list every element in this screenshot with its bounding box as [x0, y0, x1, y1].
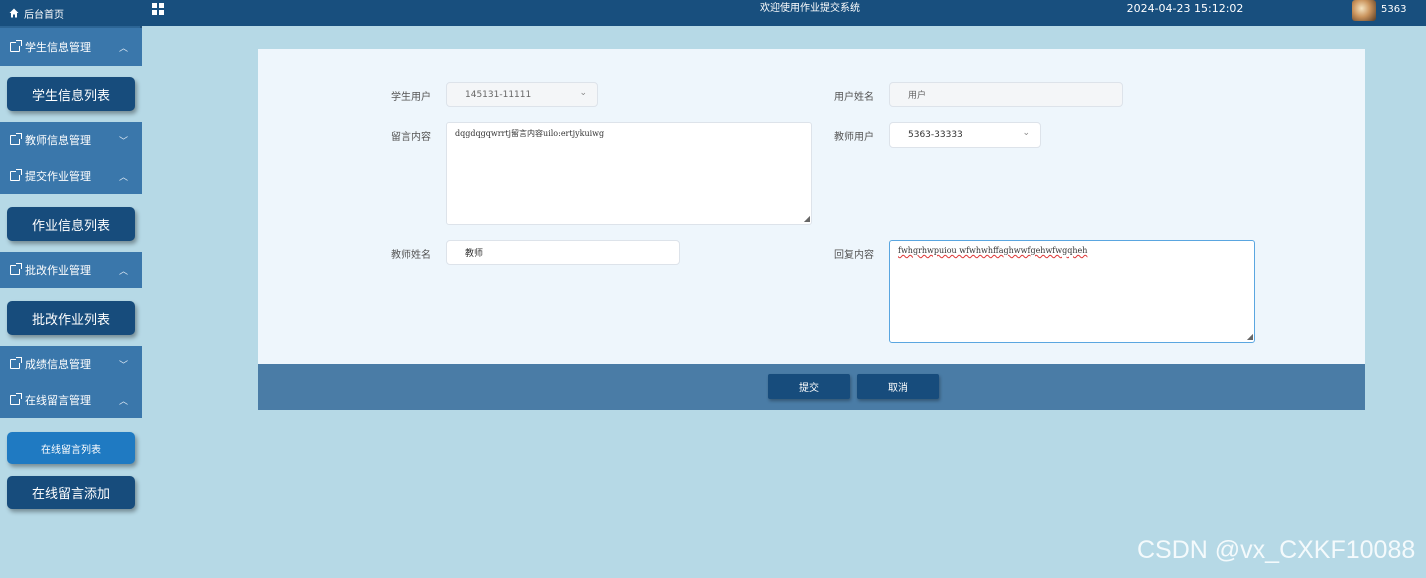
- menu-group-label: 提交作业管理: [25, 170, 91, 183]
- external-link-icon: [10, 393, 22, 405]
- message-label: 留言内容: [391, 132, 431, 143]
- current-datetime: 2024-04-23 15:12:02: [1126, 2, 1244, 15]
- sidebar-item-student-list[interactable]: 学生信息列表: [7, 77, 135, 111]
- message-value: dqgdqgqwrrtj留言内容uilo:ertjykuiwg: [455, 129, 605, 138]
- menu-group-label: 批改作业管理: [25, 264, 91, 277]
- sidebar-item-grading-list[interactable]: 批改作业列表: [7, 301, 135, 335]
- home-icon: [9, 8, 19, 18]
- chevron-down-icon: ⌄: [1022, 128, 1030, 138]
- menu-group-student-info[interactable]: 学生信息管理 ︿: [0, 28, 142, 66]
- menu-group-score-info[interactable]: 成绩信息管理 ﹀: [0, 346, 142, 382]
- chevron-up-icon: ︿: [118, 44, 128, 54]
- chevron-down-icon: ⌄: [579, 88, 587, 98]
- cancel-button[interactable]: 取消: [857, 374, 939, 399]
- resize-handle-icon[interactable]: ◢: [1247, 332, 1253, 341]
- system-title: 欢迎使用作业提交系统: [760, 3, 860, 14]
- teacher-user-select[interactable]: 5363-33333 ⌄: [889, 122, 1041, 148]
- resize-handle-icon[interactable]: ◢: [804, 214, 810, 223]
- sidebar-item-homework-list[interactable]: 作业信息列表: [7, 207, 135, 241]
- chevron-up-icon: ︿: [118, 173, 128, 183]
- home-label: 后台首页: [24, 9, 64, 21]
- sidebar-item-message-list[interactable]: 在线留言列表: [7, 432, 135, 464]
- current-username[interactable]: 5363: [1381, 0, 1406, 20]
- menu-group-label: 教师信息管理: [25, 134, 91, 147]
- student-user-select[interactable]: 145131-11111 ⌄: [446, 82, 598, 107]
- home-link[interactable]: 后台首页: [0, 0, 142, 26]
- form-card: 学生用户 145131-11111 ⌄ 用户姓名 用户 留言内容 dqgdqgq…: [258, 49, 1365, 364]
- teacher-name-field[interactable]: 教师: [446, 240, 680, 265]
- chevron-down-icon: ﹀: [118, 361, 128, 371]
- action-bar: 提交 取消: [258, 364, 1365, 410]
- reply-label: 回复内容: [834, 250, 874, 261]
- user-name-value: 用户: [908, 91, 927, 101]
- menu-group-label: 成绩信息管理: [25, 358, 91, 371]
- user-name-field[interactable]: 用户: [889, 82, 1123, 107]
- external-link-icon: [10, 169, 22, 181]
- student-user-label: 学生用户: [391, 92, 431, 103]
- top-bar: 后台首页 欢迎使用作业提交系统 2024-04-23 15:12:02 5363: [0, 0, 1426, 26]
- submit-button[interactable]: 提交: [768, 374, 850, 399]
- reply-textarea[interactable]: fwhgrhwpuiou wfwhwhffaghwwfgehwfwgqheh ◢: [889, 240, 1255, 343]
- menu-group-label: 在线留言管理: [25, 394, 91, 407]
- submenu-online-message: 在线留言列表 在线留言添加: [0, 418, 142, 578]
- sidebar: 学生信息管理 ︿ 学生信息列表 教师信息管理 ﹀ 提交作业管理 ︿ 作业信息列表…: [0, 26, 142, 578]
- chevron-down-icon: ﹀: [118, 137, 128, 147]
- chevron-up-icon: ︿: [118, 397, 128, 407]
- submenu-homework-submit: 作业信息列表: [0, 194, 142, 252]
- teacher-user-value: 5363-33333: [908, 130, 963, 140]
- teacher-name-value: 教师: [465, 249, 484, 259]
- external-link-icon: [10, 40, 22, 52]
- external-link-icon: [10, 263, 22, 275]
- student-user-value: 145131-11111: [465, 89, 532, 100]
- external-link-icon: [10, 133, 22, 145]
- teacher-user-label: 教师用户: [834, 132, 874, 143]
- grid-menu-icon[interactable]: [151, 2, 165, 16]
- avatar[interactable]: [1352, 0, 1376, 21]
- external-link-icon: [10, 357, 22, 369]
- menu-group-homework-submit[interactable]: 提交作业管理 ︿: [0, 158, 142, 194]
- reply-value: fwhgrhwpuiou wfwhwhffaghwwfgehwfwgqheh: [898, 246, 1088, 255]
- chevron-up-icon: ︿: [118, 267, 128, 277]
- sidebar-item-message-add[interactable]: 在线留言添加: [7, 476, 135, 509]
- menu-group-online-message[interactable]: 在线留言管理 ︿: [0, 382, 142, 418]
- menu-group-teacher-info[interactable]: 教师信息管理 ﹀: [0, 122, 142, 158]
- message-textarea[interactable]: dqgdqgqwrrtj留言内容uilo:ertjykuiwg ◢: [446, 122, 812, 225]
- submenu-student-info: 学生信息列表: [0, 66, 142, 122]
- teacher-name-label: 教师姓名: [391, 250, 431, 261]
- submenu-homework-grading: 批改作业列表: [0, 288, 142, 346]
- watermark: CSDN @vx_CXKF10088: [1137, 536, 1416, 564]
- menu-group-label: 学生信息管理: [25, 41, 91, 54]
- user-name-label: 用户姓名: [834, 92, 874, 103]
- menu-group-homework-grading[interactable]: 批改作业管理 ︿: [0, 252, 142, 288]
